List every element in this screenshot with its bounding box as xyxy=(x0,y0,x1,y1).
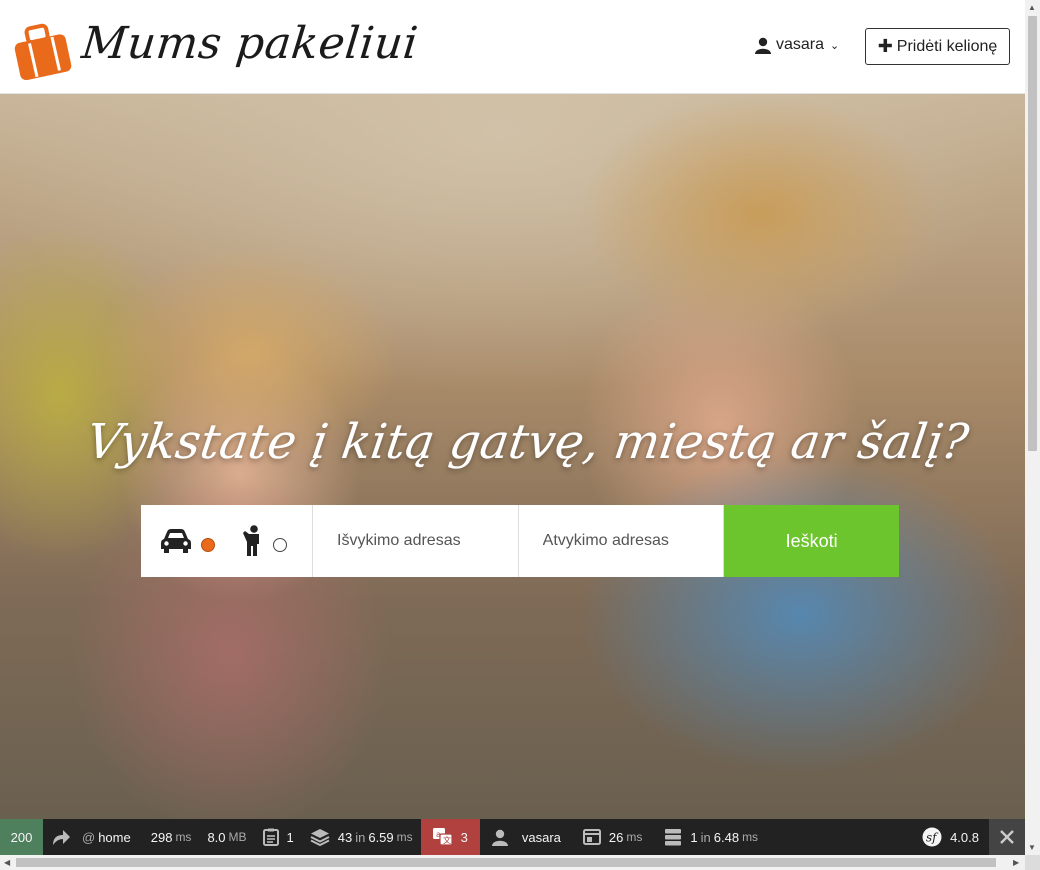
route-panel[interactable]: @ home xyxy=(43,819,139,855)
cache-count: 43 xyxy=(337,829,353,845)
debug-toolbar: 200 @ home 298 ms 8.0 MB 1 43 in 6.59 ms… xyxy=(0,819,1025,855)
scroll-down-arrow-icon[interactable]: ▼ xyxy=(1028,843,1036,852)
search-button[interactable]: Ieškoti xyxy=(724,505,899,577)
redirect-arrow-icon xyxy=(53,830,70,845)
scroll-left-arrow-icon[interactable]: ◀ xyxy=(4,858,10,867)
hero-banner: Vykstate į kitą gatvę, miestą ar šalį? I… xyxy=(0,94,1025,819)
scroll-up-arrow-icon[interactable]: ▲ xyxy=(1028,3,1036,12)
translation-count: 3 xyxy=(460,829,468,845)
twig-time: 26 xyxy=(608,829,624,845)
database-panel[interactable]: 1 in 6.48 ms xyxy=(652,819,770,855)
logs-count: 1 xyxy=(286,829,294,845)
browser-viewport: Mums pakeliui vasara ⌄ ✚ Pridėti kelionę… xyxy=(0,0,1025,855)
security-user: vasara xyxy=(521,829,561,845)
departure-input[interactable] xyxy=(337,532,507,550)
close-icon xyxy=(1000,830,1014,844)
user-menu-label: vasara xyxy=(776,36,825,53)
memory-value: 8.0 xyxy=(207,829,226,845)
symfony-version: 4.0.8 xyxy=(950,829,979,845)
chevron-down-icon: ⌄ xyxy=(830,39,840,52)
cache-panel[interactable]: 43 in 6.59 ms xyxy=(302,819,421,855)
user-icon xyxy=(491,829,508,846)
user-icon xyxy=(755,37,771,54)
svg-text:a: a xyxy=(436,830,441,839)
svg-text:文: 文 xyxy=(443,835,451,845)
status-code-badge[interactable]: 200 xyxy=(0,819,43,855)
horizontal-scrollbar[interactable]: ◀ ▶ xyxy=(0,855,1025,870)
route-name: home xyxy=(98,829,131,845)
db-count: 1 xyxy=(690,829,698,845)
mode-passenger[interactable] xyxy=(241,525,287,557)
suitcase-logo-icon[interactable] xyxy=(14,22,74,80)
translation-panel[interactable]: a 文 3 xyxy=(420,819,480,855)
travel-mode-selector xyxy=(141,505,313,577)
arrival-field xyxy=(519,505,725,577)
driver-radio[interactable] xyxy=(201,538,215,552)
template-icon xyxy=(582,829,601,845)
add-trip-label: Pridėti kelionę xyxy=(896,37,998,55)
cache-in: in xyxy=(355,829,366,845)
scroll-right-arrow-icon[interactable]: ▶ xyxy=(1013,858,1019,867)
cache-unit: ms xyxy=(396,830,413,844)
brand-name[interactable]: Mums pakeliui xyxy=(79,18,420,69)
time-panel[interactable]: 298 ms xyxy=(143,819,200,855)
passenger-icon xyxy=(243,525,259,556)
security-panel[interactable]: vasara xyxy=(480,819,573,855)
db-time: 6.48 xyxy=(713,829,740,845)
scrollbar-corner xyxy=(1025,855,1040,870)
vertical-scroll-thumb[interactable] xyxy=(1028,16,1037,451)
memory-unit: MB xyxy=(228,830,247,844)
arrival-input[interactable] xyxy=(542,532,713,550)
db-unit: ms xyxy=(742,830,759,844)
translate-icon: a 文 xyxy=(432,828,453,846)
site-header: Mums pakeliui vasara ⌄ ✚ Pridėti kelionę xyxy=(0,0,1025,94)
vertical-scrollbar[interactable]: ▲ ▼ xyxy=(1025,0,1040,855)
horizontal-scroll-thumb[interactable] xyxy=(16,858,996,867)
trip-search-form: Ieškoti xyxy=(141,505,899,577)
time-unit: ms xyxy=(175,830,192,844)
plus-icon: ✚ xyxy=(877,36,893,56)
time-value: 298 xyxy=(150,829,173,845)
mode-driver[interactable] xyxy=(161,528,215,554)
twig-panel[interactable]: 26 ms xyxy=(573,819,652,855)
symfony-version-panel[interactable]: sf 4.0.8 xyxy=(914,819,989,855)
hero-title: Vykstate į kitą gatvę, miestą ar šalį? xyxy=(83,414,972,470)
car-icon xyxy=(161,529,191,553)
user-menu[interactable]: vasara ⌄ xyxy=(755,36,839,54)
memory-panel[interactable]: 8.0 MB xyxy=(199,819,254,855)
db-in: in xyxy=(700,829,711,845)
route-prefix: @ xyxy=(82,829,96,845)
layers-icon xyxy=(310,829,330,846)
close-toolbar-button[interactable] xyxy=(989,819,1025,855)
logs-panel[interactable]: 1 xyxy=(255,819,302,855)
clipboard-icon xyxy=(262,828,279,846)
add-trip-button[interactable]: ✚ Pridėti kelionę xyxy=(865,28,1010,65)
cache-time: 6.59 xyxy=(368,829,394,845)
twig-unit: ms xyxy=(626,830,643,844)
symfony-logo-icon: sf xyxy=(922,827,942,847)
departure-field xyxy=(313,505,519,577)
passenger-radio[interactable] xyxy=(273,538,287,552)
database-icon xyxy=(665,829,682,846)
